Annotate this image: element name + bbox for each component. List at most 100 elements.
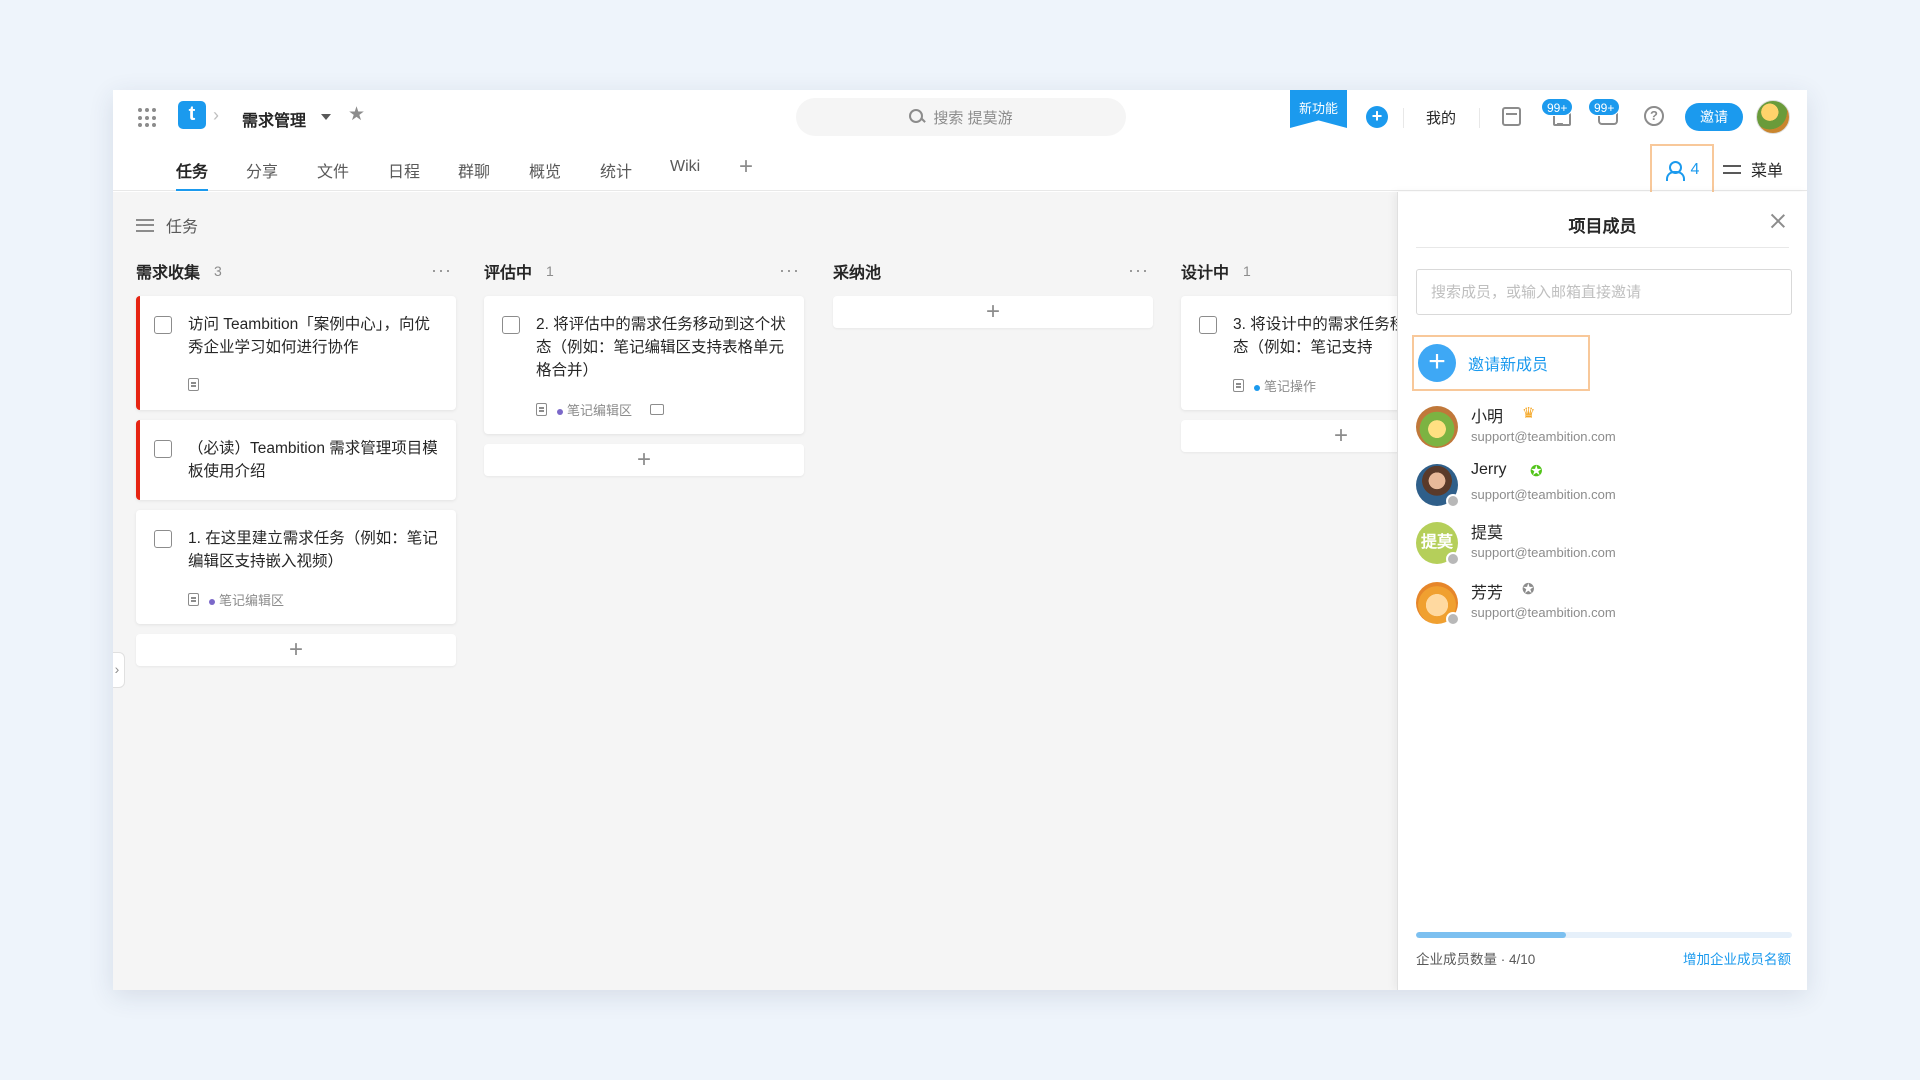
add-task-button[interactable]: + [136,634,456,666]
add-task-button[interactable]: + [833,296,1153,328]
messages-count-badge: 99+ [1588,98,1621,116]
status-icon [1446,494,1460,508]
task-card[interactable]: （必读）Teambition 需求管理项目模板使用介绍 [136,420,456,500]
board-column: 需求收集 3 ··· 访问 Teambition「案例中心」，向优秀企业学习如何… [136,260,456,666]
more-icon[interactable]: ··· [779,260,800,281]
global-search[interactable]: 搜索 提莫游 [796,98,1126,136]
task-checkbox[interactable] [154,316,172,334]
avatar [1416,406,1458,448]
member-item[interactable]: 小明 ♛ support@teambition.com [1416,402,1792,454]
tab-share[interactable]: 分享 [246,158,278,182]
list-menu-icon[interactable] [136,218,154,232]
task-tag[interactable]: 笔记编辑区 [557,400,632,419]
task-card[interactable]: 1. 在这里建立需求任务（例如：笔记编辑区支持嵌入视频） 笔记编辑区 [136,510,456,624]
app-window: t › 需求管理 ★ 搜索 提莫游 新功能 + 我的 99+ 99+ ? 邀请 … [113,90,1807,990]
sidebar-toggle-icon[interactable]: › [113,652,125,688]
tag-label: 笔记编辑区 [567,403,633,418]
tab-overview[interactable]: 概览 [529,158,561,182]
tag-label: 笔记操作 [1264,379,1317,394]
divider [1479,108,1480,128]
crown-icon: ♛ [1522,405,1536,422]
tab-files[interactable]: 文件 [317,158,349,182]
member-item[interactable]: 芳芳 ✪ support@teambition.com [1416,578,1792,630]
note-icon [536,403,547,416]
task-tag[interactable]: 笔记操作 [1254,376,1316,395]
task-meta [188,378,199,391]
member-search-input[interactable] [1416,269,1792,315]
add-tab-icon[interactable]: + [739,153,753,181]
board-column: 评估中 1 ··· 2. 将评估中的需求任务移动到这个状态（例如：笔记编辑区支持… [484,260,804,476]
task-checkbox[interactable] [154,530,172,548]
member-name: 芳芳 [1471,585,1504,602]
member-name: 提莫 [1471,525,1504,542]
task-checkbox[interactable] [1199,316,1217,334]
task-card[interactable]: 2. 将评估中的需求任务移动到这个状态（例如：笔记编辑区支持表格单元格合并） 笔… [484,296,804,434]
task-tag[interactable]: 笔记编辑区 [209,590,284,609]
more-icon[interactable]: ··· [1128,260,1149,281]
comment-icon [650,404,665,415]
divider [1416,247,1789,248]
member-quota-progress-fill [1416,932,1567,938]
board-title: 任务 [166,219,199,236]
help-icon[interactable]: ? [1644,106,1664,126]
project-title[interactable]: 需求管理 [242,107,306,131]
task-checkbox[interactable] [502,316,520,334]
tag-dot [1254,385,1260,391]
add-task-button[interactable]: + [484,444,804,476]
invite-new-label: 邀请新成员 [1468,357,1549,374]
member-email: support@teambition.com [1471,605,1616,620]
plus-icon[interactable]: + [1366,106,1388,128]
invite-new-member-button[interactable]: + 邀请新成员 [1412,335,1590,391]
task-meta: 笔记操作 [1233,376,1316,395]
apps-grid-icon[interactable] [138,108,158,128]
task-card[interactable]: 访问 Teambition「案例中心」，向优秀企业学习如何进行协作 [136,296,456,410]
member-email: support@teambition.com [1471,429,1616,444]
caret-down-icon[interactable] [321,114,331,120]
members-button[interactable]: 4 [1650,144,1714,196]
avatar[interactable] [1756,100,1790,134]
menu-label: 菜单 [1751,163,1784,180]
star-icon[interactable]: ★ [348,103,365,126]
column-header: 需求收集 3 [136,260,456,282]
member-item[interactable]: Jerry ✪ support@teambition.com [1416,460,1792,512]
task-meta: 笔记编辑区 [536,400,665,419]
members-icon [1665,161,1685,181]
task-meta: 笔记编辑区 [188,590,284,609]
member-quota-progress [1416,932,1792,938]
tab-schedule[interactable]: 日程 [388,158,420,182]
member-email: support@teambition.com [1471,487,1616,502]
invite-button[interactable]: 邀请 [1685,103,1743,131]
top-header: t › 需求管理 ★ 搜索 提莫游 新功能 + 我的 99+ 99+ ? 邀请 [113,90,1807,146]
search-icon [909,109,925,125]
tab-tasks[interactable]: 任务 [176,158,208,182]
member-email: support@teambition.com [1471,545,1616,560]
tag-dot [557,409,563,415]
member-item[interactable]: 提莫 提莫 support@teambition.com [1416,518,1792,570]
ribbon-icon: ✪ [1530,463,1543,480]
search-placeholder: 搜索 提莫游 [933,109,1013,127]
more-icon[interactable]: ··· [431,260,452,281]
add-quota-link[interactable]: 增加企业成员名额 [1683,948,1791,968]
menu-button[interactable]: 菜单 [1723,157,1783,181]
tab-statistics[interactable]: 统计 [600,158,632,182]
tab-wiki[interactable]: Wiki [670,158,700,176]
mine-link[interactable]: 我的 [1426,107,1456,128]
divider [1403,108,1404,128]
tab-group-chat[interactable]: 群聊 [458,158,490,182]
task-title: 访问 Teambition「案例中心」，向优秀企业学习如何进行协作 [188,316,431,356]
member-quota-text: 企业成员数量 · 4/10 [1416,952,1536,967]
logo-icon[interactable]: t [178,101,206,129]
tag-label: 笔记编辑区 [219,593,285,608]
column-header: 采纳池 [833,260,1153,282]
notifications-count-badge: 99+ [1541,98,1574,116]
calendar-icon[interactable] [1502,107,1521,126]
column-count: 1 [1243,263,1251,279]
board-header: 任务 [136,213,198,237]
members-count: 4 [1690,161,1700,178]
column-header: 评估中 1 [484,260,804,282]
task-checkbox[interactable] [154,440,172,458]
close-icon[interactable] [1769,212,1787,230]
new-feature-badge[interactable]: 新功能 [1290,90,1347,128]
column-name: 采纳池 [833,265,882,282]
column-count: 3 [214,263,222,279]
